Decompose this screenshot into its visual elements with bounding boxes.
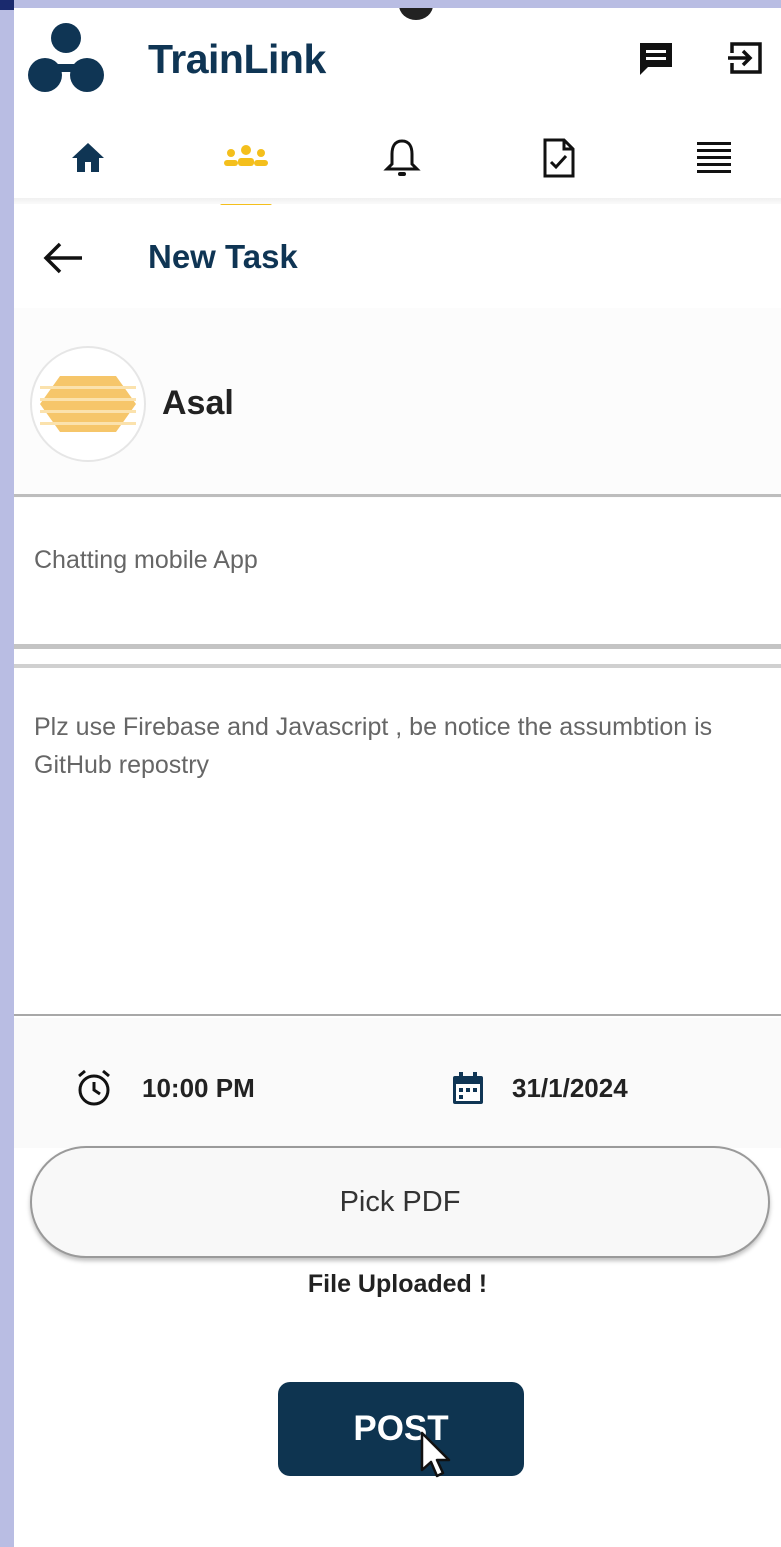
tab-bar	[14, 116, 781, 206]
tab-home[interactable]	[48, 116, 128, 200]
app-screen: TrainLink New Task Asal Chatting mobile …	[14, 8, 781, 1547]
back-arrow-icon[interactable]	[40, 238, 86, 278]
tab-tasks[interactable]	[518, 116, 598, 200]
task-description-field[interactable]: Plz use Firebase and Javascript , be not…	[14, 670, 781, 1014]
menu-lines-icon	[697, 142, 731, 173]
tab-notifications[interactable]	[362, 116, 442, 200]
task-title-field[interactable]: Chatting mobile App	[14, 498, 781, 648]
task-file-icon	[543, 138, 575, 178]
company-logo-icon	[40, 376, 136, 432]
chat-icon[interactable]	[636, 38, 676, 78]
home-icon	[72, 143, 104, 172]
upload-status-text: File Uploaded !	[307, 1270, 488, 1298]
deadline-row: 10:00 PM 31/1/2024	[14, 1018, 781, 1148]
bell-icon	[383, 139, 421, 176]
tab-menu[interactable]	[674, 116, 754, 200]
logout-icon[interactable]	[726, 38, 766, 78]
calendar-icon[interactable]	[448, 1068, 488, 1108]
nav-divider	[14, 198, 781, 204]
assignee-name: Asal	[162, 384, 234, 422]
mouse-pointer-icon	[420, 1431, 451, 1478]
deadline-date[interactable]: 31/1/2024	[512, 1073, 628, 1104]
pick-pdf-button[interactable]: Pick PDF	[30, 1146, 770, 1258]
divider	[14, 494, 781, 497]
alarm-clock-icon[interactable]	[74, 1068, 114, 1108]
task-description-value: Plz use Firebase and Javascript , be not…	[34, 713, 713, 779]
window-corner	[0, 0, 14, 10]
divider	[14, 664, 781, 668]
post-button[interactable]: POST	[278, 1382, 524, 1476]
app-header: TrainLink	[14, 8, 781, 108]
divider	[14, 1014, 781, 1016]
trainlink-logo-icon	[28, 23, 104, 92]
community-icon	[224, 145, 268, 166]
assignee-row: Asal	[14, 308, 781, 498]
tab-community[interactable]	[206, 116, 286, 200]
deadline-time[interactable]: 10:00 PM	[142, 1073, 255, 1104]
page-title-row: New Task	[14, 208, 781, 308]
app-title: TrainLink	[148, 36, 326, 82]
page-title: New Task	[148, 238, 298, 275]
avatar	[30, 346, 146, 462]
task-title-value: Chatting mobile App	[34, 546, 258, 574]
divider	[14, 644, 781, 649]
